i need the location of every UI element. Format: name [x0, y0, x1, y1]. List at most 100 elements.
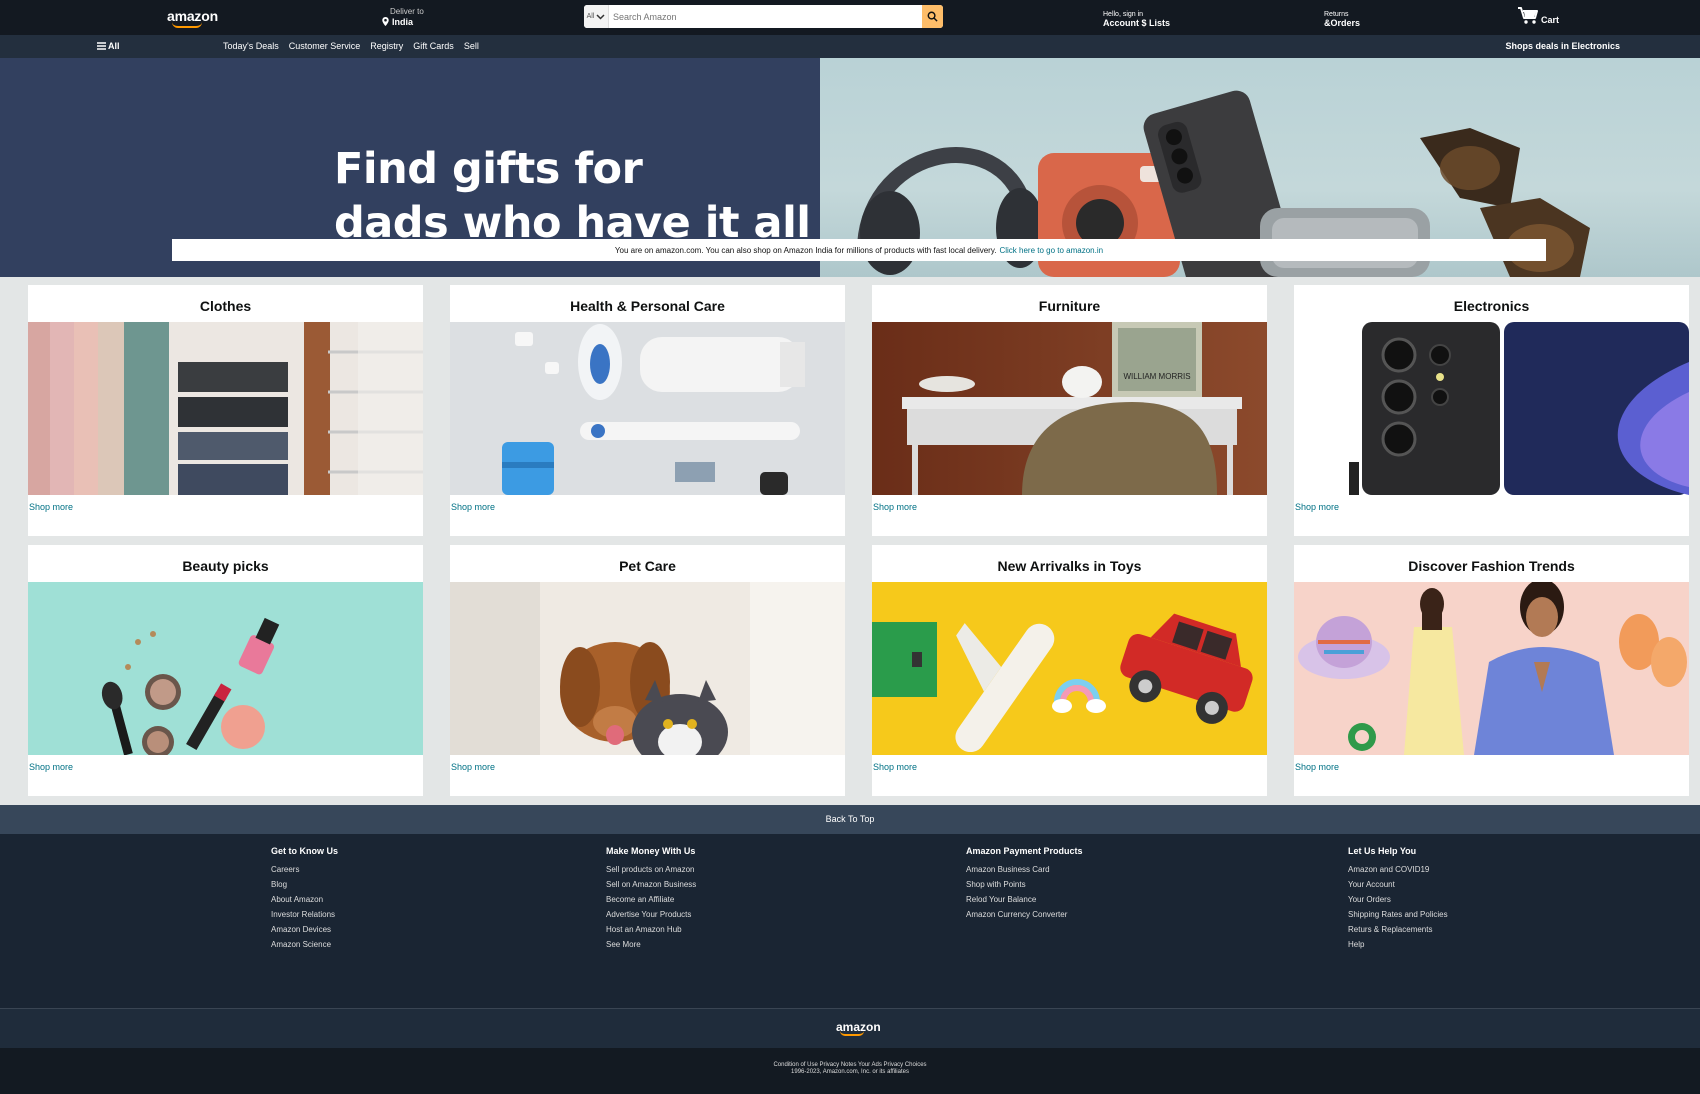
shop-more-link[interactable]: Shop more [29, 502, 73, 512]
clothes-illustration [28, 322, 423, 495]
hero-carousel[interactable]: Find gifts for dads who have it all You … [0, 58, 1700, 277]
location-pin-icon [382, 17, 389, 26]
shop-more-link[interactable]: Shop more [1295, 762, 1339, 772]
footer-legal: Condition of Use Privacy Notes Your Ads … [0, 1048, 1700, 1094]
card-title: Furniture [1038, 298, 1101, 314]
fashion-trends-image[interactable] [1294, 582, 1689, 755]
footer-link[interactable]: Relod Your Balance [966, 892, 1083, 907]
footer-link[interactable]: Amazon Science [271, 937, 338, 952]
beauty-illustration [28, 582, 423, 755]
category-card-fashion-trends: Discover Fashion Trends Shop more [1294, 545, 1689, 796]
regional-redirect-banner: You are on amazon.com. You can also shop… [172, 239, 1546, 261]
footer-link[interactable]: Blog [271, 877, 338, 892]
nav-link-todays-deals[interactable]: Today's Deals [223, 41, 279, 51]
electronics-deals-link[interactable]: Shops deals in Electronics [1505, 41, 1620, 51]
footer-column-heading: Get to Know Us [271, 846, 338, 856]
hero-title-line-1: Find gifts for [334, 144, 643, 194]
cart-button[interactable]: Cart [1517, 6, 1559, 25]
footer-link[interactable]: Investor Relations [271, 907, 338, 922]
footer-link[interactable]: Host an Amazon Hub [606, 922, 696, 937]
clothes-image[interactable] [28, 322, 423, 495]
footer-link[interactable]: Help [1348, 937, 1448, 952]
deliver-label: Deliver to [390, 7, 424, 16]
furniture-image[interactable]: WILLIAM MORRIS [872, 322, 1267, 495]
footer-link[interactable]: Become an Affiliate [606, 892, 696, 907]
footer-column-heading: Amazon Payment Products [966, 846, 1083, 856]
card-title: New Arrivalks in Toys [997, 558, 1142, 574]
deliver-to-location[interactable]: Deliver to India [382, 7, 424, 27]
shop-more-link[interactable]: Shop more [873, 502, 917, 512]
logo-smile-icon [172, 22, 202, 28]
account-label: Account $ Lists [1103, 18, 1171, 28]
card-title: Discover Fashion Trends [1408, 558, 1575, 574]
top-navigation-bar: amazon Deliver to India All Hello, sign … [0, 0, 1700, 35]
search-button[interactable] [922, 5, 943, 28]
footer-column-make-money: Make Money With Us Sell products on Amaz… [606, 846, 696, 952]
footer-link[interactable]: Amazon and COVID19 [1348, 862, 1448, 877]
search-category-label: All [586, 13, 595, 20]
category-card-clothes: Clothes Shop more [28, 285, 423, 536]
footer-link[interactable]: Advertise Your Products [606, 907, 696, 922]
shop-more-link[interactable]: Shop more [451, 502, 495, 512]
search-input[interactable] [609, 5, 922, 28]
footer-link[interactable]: Returs & Replacements [1348, 922, 1448, 937]
footer-link[interactable]: Sell products on Amazon [606, 862, 696, 877]
nav-link-registry[interactable]: Registry [370, 41, 403, 51]
footer-column-get-to-know-us: Get to Know Us Careers Blog About Amazon… [271, 846, 338, 952]
shop-more-link[interactable]: Shop more [1295, 502, 1339, 512]
back-to-top-button[interactable]: Back To Top [0, 805, 1700, 834]
card-title: Clothes [199, 298, 252, 314]
footer-amazon-logo[interactable]: amazon [836, 1020, 881, 1036]
shop-more-link[interactable]: Shop more [451, 762, 495, 772]
footer-link[interactable]: Your Orders [1348, 892, 1448, 907]
legal-links[interactable]: Condition of Use Privacy Notes Your Ads … [0, 1062, 1700, 1069]
shop-more-link[interactable]: Shop more [873, 762, 917, 772]
category-card-electronics: Electronics Shop more [1294, 285, 1689, 536]
category-card-pet-care: Pet Care Shop more [450, 545, 845, 796]
amazon-logo[interactable]: amazon [167, 8, 218, 28]
all-menu-button[interactable]: All [97, 41, 120, 51]
orders-label: &Orders [1324, 18, 1361, 28]
footer-link[interactable]: Amazon Currency Converter [966, 907, 1083, 922]
hero-title: Find gifts for dads who have it all [334, 142, 811, 250]
footer-column-payment-products: Amazon Payment Products Amazon Business … [966, 846, 1083, 922]
beauty-picks-image[interactable] [28, 582, 423, 755]
footer-link[interactable]: Shop with Points [966, 877, 1083, 892]
nav-link-gift-cards[interactable]: Gift Cards [413, 41, 454, 51]
subnav-links: Today's Deals Customer Service Registry … [223, 41, 479, 51]
footer-link[interactable]: Sell on Amazon Business [606, 877, 696, 892]
furniture-illustration: WILLIAM MORRIS [872, 322, 1267, 495]
poster-text: WILLIAM MORRIS [1123, 372, 1190, 381]
pet-care-image[interactable] [450, 582, 845, 755]
health-care-illustration [450, 322, 845, 495]
search-bar: All [584, 5, 943, 28]
returns-and-orders[interactable]: Returns &Orders [1324, 10, 1360, 28]
footer-link[interactable]: About Amazon [271, 892, 338, 907]
health-personal-care-image[interactable] [450, 322, 845, 495]
redirect-banner-link[interactable]: Click here to go to amazon.in [999, 246, 1103, 255]
electronics-illustration [1294, 322, 1689, 495]
card-title: Beauty picks [182, 558, 269, 574]
account-and-lists[interactable]: Hello, sign in Account $ Lists [1103, 10, 1170, 28]
toys-image[interactable] [872, 582, 1267, 755]
electronics-image[interactable] [1294, 322, 1689, 495]
footer-link[interactable]: See More [606, 937, 696, 952]
footer-column-help: Let Us Help You Amazon and COVID19 Your … [1348, 846, 1448, 952]
footer-link[interactable]: Careers [271, 862, 338, 877]
category-card-furniture: Furniture WILLIAM MORRIS Shop more [872, 285, 1267, 536]
footer-link[interactable]: Your Account [1348, 877, 1448, 892]
nav-link-sell[interactable]: Sell [464, 41, 479, 51]
nav-link-customer-service[interactable]: Customer Service [289, 41, 361, 51]
footer-link[interactable]: Shipping Rates and Policies [1348, 907, 1448, 922]
cart-icon [1518, 7, 1538, 24]
footer-link[interactable]: Amazon Devices [271, 922, 338, 937]
search-category-select[interactable]: All [584, 5, 609, 28]
category-card-health-personal-care: Health & Personal Care Shop more [450, 285, 845, 536]
footer-link[interactable]: Amazon Business Card [966, 862, 1083, 877]
all-label: All [108, 41, 120, 51]
fashion-illustration [1294, 582, 1689, 755]
sub-navigation-bar: All Today's Deals Customer Service Regis… [0, 35, 1700, 58]
footer-logo-bar: amazon [0, 1008, 1700, 1048]
card-title: Pet Care [619, 558, 676, 574]
shop-more-link[interactable]: Shop more [29, 762, 73, 772]
